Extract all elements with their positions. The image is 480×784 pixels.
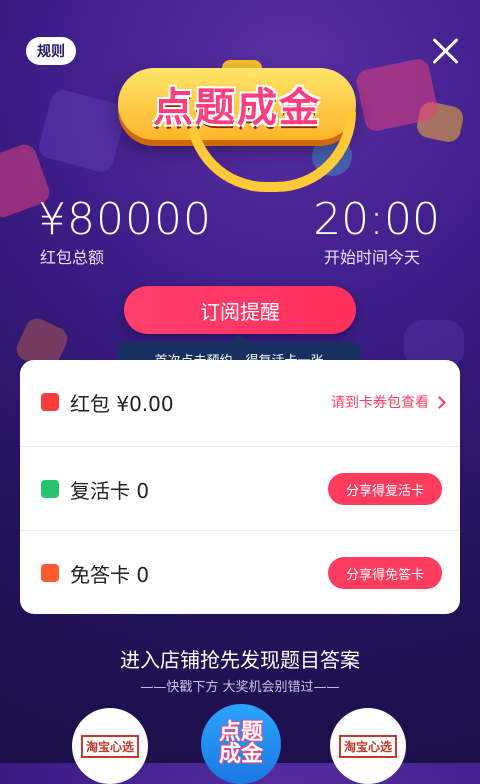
chevron-right-icon [433, 395, 446, 409]
prize-amount-label: 红包总额 [40, 248, 105, 267]
leaf-icon [41, 480, 59, 498]
decor-shape [36, 87, 128, 175]
shop-headline: 进入店铺抢先发现题目答案 [120, 648, 360, 672]
logo-text: 点题成金 [153, 85, 321, 131]
shop-avatar[interactable]: 淘宝心选 [330, 708, 406, 784]
game-logo: 点题成金 [118, 50, 364, 192]
row-action-label: 请到卡券包查看 [331, 395, 429, 411]
rewards-card: 红包 ¥0.00 请到卡券包查看 复活卡 0 分享得复活卡 免答卡 0 分享得免… [20, 360, 460, 614]
shield-icon [41, 564, 59, 582]
shop-avatar[interactable]: 淘宝心选 [72, 708, 148, 784]
shop-subline: ——快戳下方 大奖机会别错过—— [140, 680, 340, 695]
subscribe-reminder-button[interactable]: 订阅提醒 [124, 286, 356, 334]
row-title: 红包 ¥0.00 [70, 391, 174, 416]
close-icon[interactable] [430, 36, 460, 66]
shop-label: 淘宝心选 [80, 734, 139, 758]
row-title: 免答卡 0 [70, 562, 150, 587]
shop-avatar[interactable]: 点题成金 [201, 704, 281, 784]
row-title: 复活卡 0 [70, 478, 150, 503]
list-item: 复活卡 0 分享得复活卡 [20, 446, 460, 531]
rules-button[interactable]: 规则 [26, 37, 76, 65]
shop-label: 淘宝心选 [338, 734, 397, 758]
share-skip-card-button[interactable]: 分享得免答卡 [328, 557, 442, 589]
start-time-label: 开始时间今天 [323, 248, 420, 267]
list-item: 免答卡 0 分享得免答卡 [20, 530, 460, 615]
red-envelope-icon [41, 393, 59, 411]
share-revive-card-button[interactable]: 分享得复活卡 [328, 473, 442, 505]
prize-amount: ¥80000 [38, 194, 212, 245]
list-item: 红包 ¥0.00 请到卡券包查看 [20, 360, 460, 444]
shop-label: 点题成金 [218, 720, 263, 767]
view-coupons-link[interactable]: 请到卡券包查看 [331, 392, 446, 412]
start-time: 20:00 [313, 194, 440, 245]
